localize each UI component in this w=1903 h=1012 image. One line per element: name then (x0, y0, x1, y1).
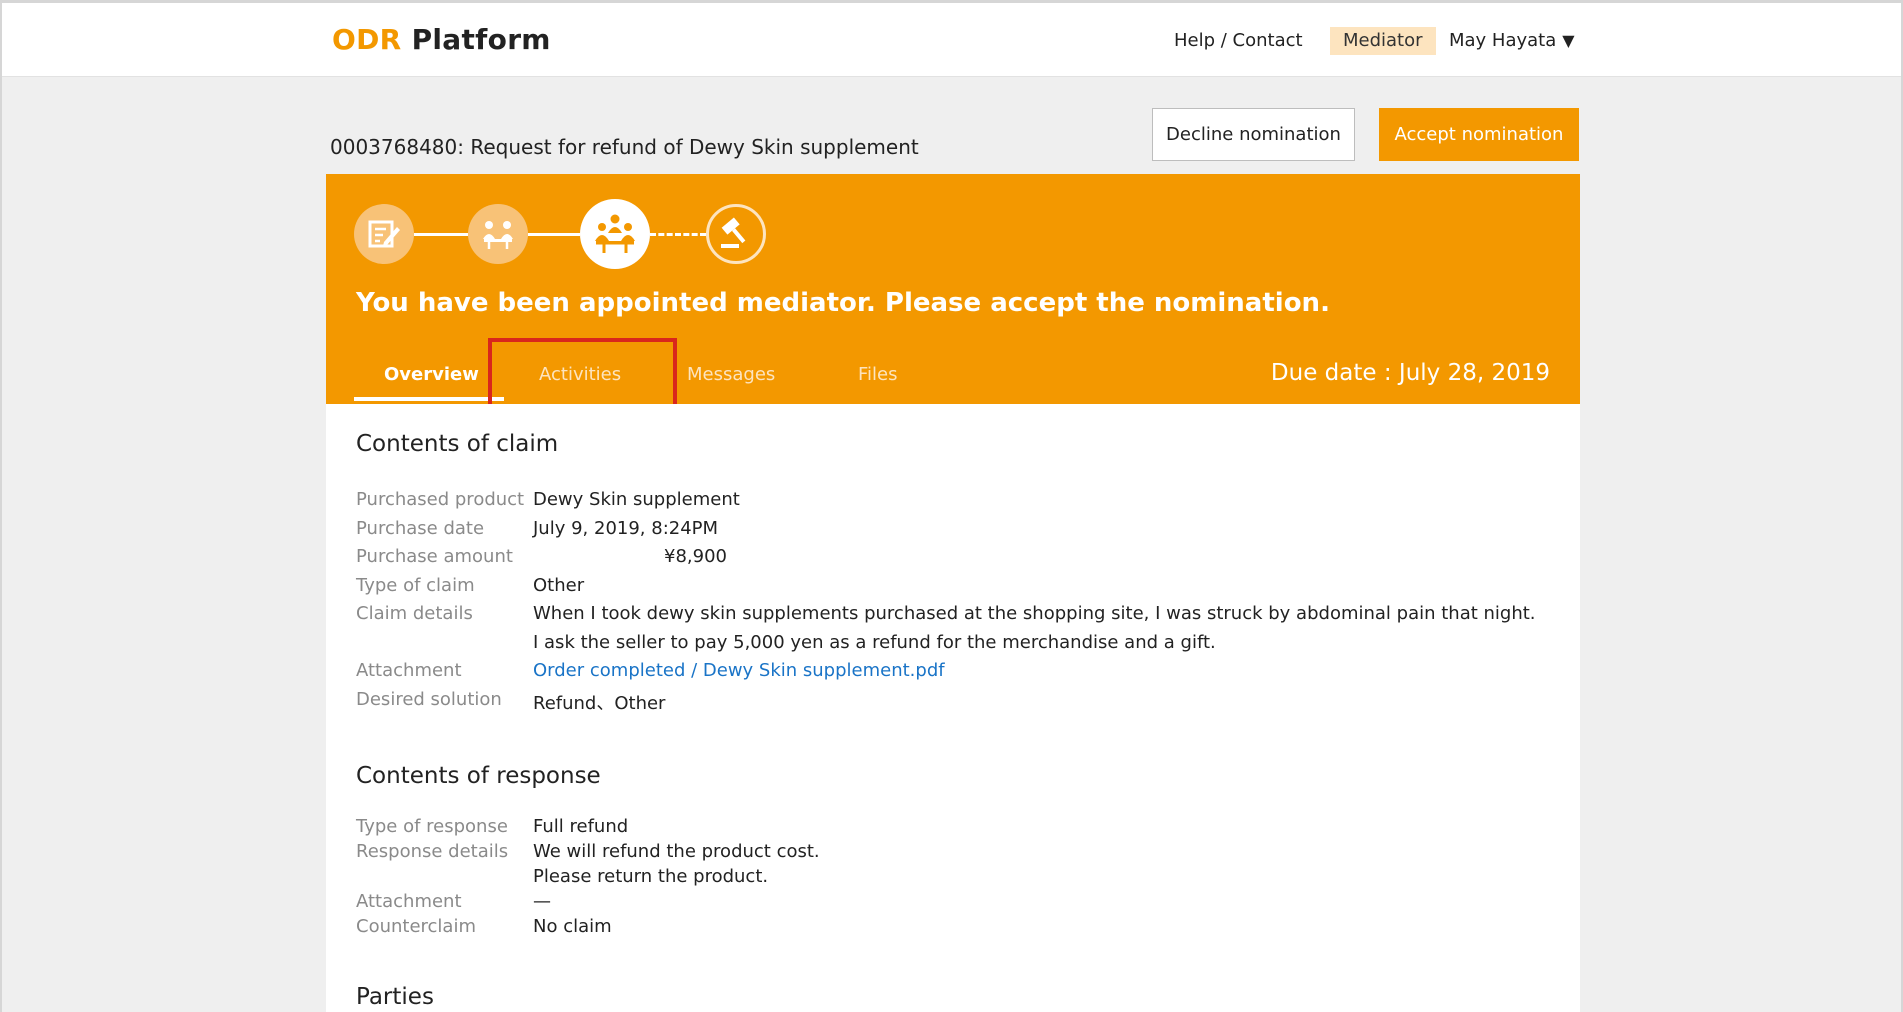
tab-overview[interactable]: Overview (384, 364, 479, 385)
activities-tab-highlight-box (488, 338, 677, 413)
accept-nomination-button[interactable]: Accept nomination (1379, 108, 1579, 161)
logo-odr: ODR (332, 23, 402, 56)
tab-files[interactable]: Files (858, 364, 898, 385)
overview-content-card: Contents of claim Purchased product Dewy… (326, 404, 1580, 1012)
caret-down-icon: ▼ (1562, 31, 1575, 50)
app-logo[interactable]: ODR Platform (332, 23, 551, 56)
claim-details-line-1: When I took dewy skin supplements purcha… (533, 603, 1536, 624)
role-badge: Mediator (1330, 27, 1436, 55)
response-type-value: Full refund (533, 816, 629, 837)
decline-nomination-button[interactable]: Decline nomination (1152, 108, 1355, 161)
purchase-amount-label: Purchase amount (356, 546, 513, 567)
claim-attachment-label: Attachment (356, 660, 462, 681)
response-details-line-2: Please return the product. (533, 866, 769, 887)
purchased-product-label: Purchased product (356, 489, 525, 510)
claim-details-line-2: I ask the seller to pay 5,000 yen as a r… (533, 632, 1216, 653)
parties-section-title: Parties (356, 984, 434, 1010)
response-type-label: Type of response (356, 816, 508, 837)
mediation-icon (580, 199, 650, 269)
claim-section-title: Contents of claim (356, 431, 559, 457)
response-section-title: Contents of response (356, 763, 601, 789)
response-details-line-1: We will refund the product cost. (533, 841, 820, 862)
step-connector (414, 233, 468, 236)
status-message: You have been appointed mediator. Please… (356, 288, 1330, 318)
step-connector-dashed (650, 233, 706, 236)
decision-gavel-icon (706, 204, 766, 264)
due-date: Due date : July 28, 2019 (1270, 360, 1550, 386)
counterclaim-label: Counterclaim (356, 916, 476, 937)
response-attachment-value: — (533, 891, 551, 912)
case-title: 0003768480: Request for refund of Dewy S… (330, 135, 919, 159)
desired-solution-label: Desired solution (356, 689, 502, 710)
claim-type-value: Other (533, 575, 585, 596)
desired-solution-value: Refund、Other (533, 693, 666, 714)
response-attachment-label: Attachment (356, 891, 462, 912)
negotiation-icon (468, 204, 528, 264)
response-details-label: Response details (356, 841, 509, 862)
tab-messages[interactable]: Messages (687, 364, 775, 385)
claim-details-label: Claim details (356, 603, 473, 624)
active-tab-underline (354, 397, 504, 401)
edit-claim-icon (354, 204, 414, 264)
help-contact-link[interactable]: Help / Contact (1174, 30, 1303, 51)
purchase-amount-value: ¥8,900 (664, 546, 727, 567)
user-name: May Hayata (1449, 30, 1557, 51)
claim-attachment-link[interactable]: Order completed / Dewy Skin supplement.p… (533, 660, 945, 681)
counterclaim-value: No claim (533, 916, 612, 937)
claim-type-label: Type of claim (356, 575, 475, 596)
step-connector (528, 233, 580, 236)
purchase-date-label: Purchase date (356, 518, 485, 539)
purchased-product-value: Dewy Skin supplement (533, 489, 740, 510)
user-menu[interactable]: May Hayata ▼ (1449, 30, 1575, 51)
logo-platform: Platform (411, 23, 551, 56)
purchase-date-value: July 9, 2019, 8:24PM (533, 518, 719, 539)
top-navigation-bar: ODR Platform Help / Contact Mediator May… (2, 3, 1901, 77)
